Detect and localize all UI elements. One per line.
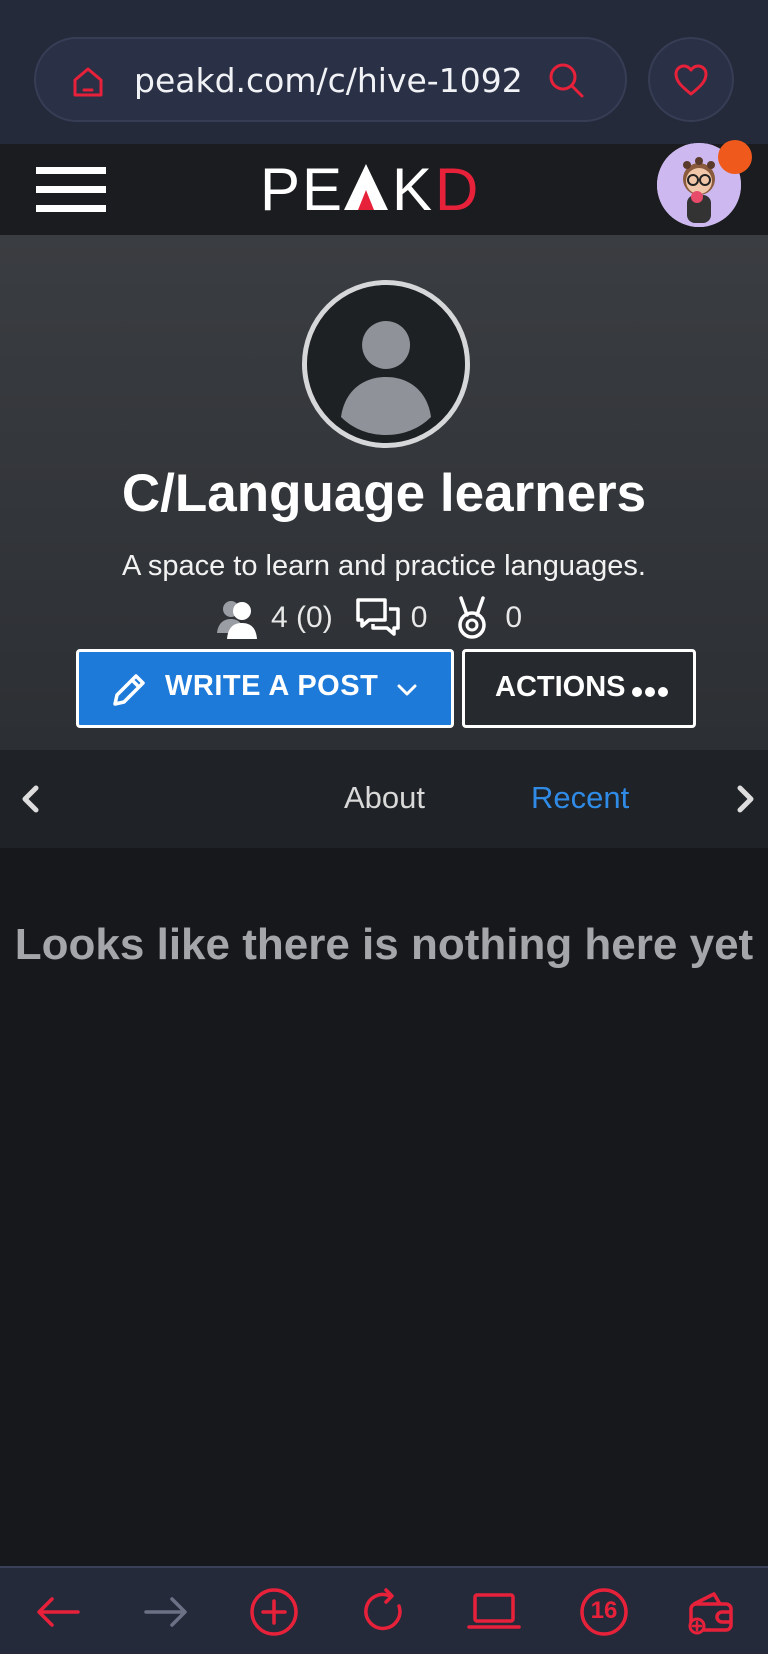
tab-count: 16 [590, 1597, 618, 1624]
svg-text:PE: PE [260, 156, 344, 223]
chevron-down-icon[interactable] [395, 678, 419, 702]
heart-icon [674, 64, 708, 96]
favorite-button[interactable] [648, 37, 734, 122]
actions-label: ACTIONS [495, 671, 626, 703]
actions-button[interactable]: ACTIONS [462, 649, 696, 728]
chevron-left-icon[interactable] [16, 784, 46, 814]
url-text[interactable]: peakd.com/c/hive-1092 [134, 59, 546, 103]
tabs-icon[interactable]: 16 [574, 1582, 634, 1642]
hamburger-icon[interactable] [36, 161, 108, 217]
user-group-icon [217, 601, 257, 639]
svg-text:D: D [435, 156, 478, 223]
community-stats: 4 (0) 0 0 [215, 593, 544, 643]
community-description: A space to learn and practice languages. [122, 550, 646, 582]
write-post-button[interactable]: WRITE A POST [76, 649, 454, 728]
pencil-icon [113, 674, 145, 706]
community-avatar [302, 280, 470, 448]
desktop-icon[interactable] [464, 1582, 524, 1642]
address-bar[interactable]: peakd.com/c/hive-1092 [34, 37, 627, 122]
new-tab-icon[interactable] [244, 1582, 304, 1642]
peakd-logo[interactable]: PE K D [260, 152, 510, 224]
more-dots-icon [632, 687, 668, 697]
browser-bottom-bar: 16 [0, 1566, 768, 1654]
tab-recent[interactable]: Recent [531, 780, 629, 816]
svg-text:K: K [392, 156, 432, 223]
site-header: PE K D [0, 144, 768, 235]
chat-icon [355, 598, 400, 636]
home-icon[interactable] [70, 64, 106, 100]
subscriber-count: 4 (0) [271, 601, 333, 634]
back-arrow-icon[interactable] [28, 1582, 88, 1642]
forward-arrow-icon[interactable] [136, 1582, 196, 1642]
community-header: C/Language learners A space to learn and… [0, 235, 768, 750]
chevron-right-icon[interactable] [730, 784, 760, 814]
wallet-icon[interactable] [682, 1582, 742, 1642]
notification-badge[interactable] [718, 140, 752, 174]
reward-count: 0 [505, 601, 523, 634]
browser-url-bar: peakd.com/c/hive-1092 [0, 0, 768, 144]
community-tabs: About Recent [0, 750, 768, 848]
empty-state-message: Looks like there is nothing here yet [14, 920, 754, 969]
reload-icon[interactable] [354, 1582, 414, 1642]
community-title: C/Language learners [121, 464, 647, 523]
tab-about[interactable]: About [344, 780, 425, 816]
search-icon[interactable] [546, 60, 586, 100]
write-post-label: WRITE A POST [165, 670, 379, 702]
post-count: 0 [410, 601, 428, 634]
medal-icon [458, 596, 487, 639]
post-list: Looks like there is nothing here yet [0, 848, 768, 1566]
